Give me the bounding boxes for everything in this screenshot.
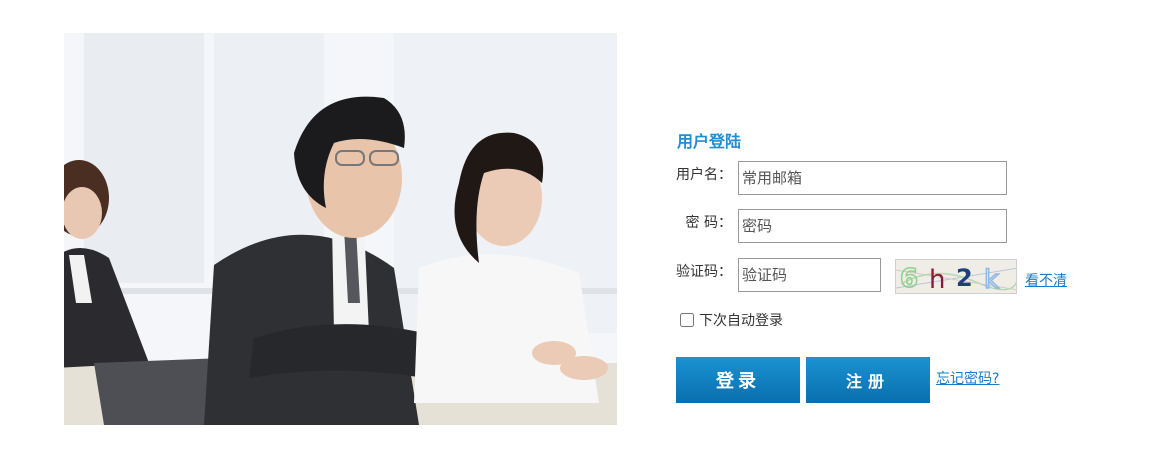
login-title: 用户登陆 [677,132,742,151]
captcha-char-3: 2 [956,264,973,292]
captcha-char-1: 6 [900,264,918,294]
login-button[interactable]: 登录 [676,357,800,403]
hero-photo [64,33,617,425]
password-input[interactable] [738,209,1007,243]
refresh-captcha-link[interactable]: 看不清 [1025,270,1067,290]
remember-me[interactable]: 下次自动登录 [680,310,783,330]
remember-label: 下次自动登录 [699,313,783,329]
remember-checkbox[interactable] [680,313,694,327]
captcha-input[interactable] [738,258,881,292]
captcha-char-4: k [984,265,999,294]
captcha-char-2: h [929,265,945,294]
password-label: 密 码： [685,215,732,231]
register-button[interactable]: 注册 [806,357,930,403]
login-panel: 用户登陆 用户名： 密 码： 验证码： 6 h 2 k 看不清 下次自动登录 登… [676,128,1096,418]
username-label: 用户名： [676,167,732,183]
captcha-image[interactable]: 6 h 2 k [895,259,1017,294]
username-input[interactable] [738,161,1007,195]
captcha-label: 验证码： [676,264,732,280]
forgot-password-link[interactable]: 忘记密码? [936,368,999,388]
